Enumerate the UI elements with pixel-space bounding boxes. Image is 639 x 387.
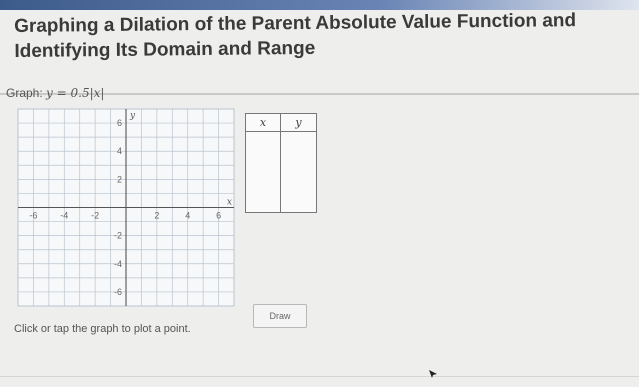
instruction-text: Click or tap the graph to plot a point. <box>14 323 191 335</box>
y-tick-label: -4 <box>114 259 122 269</box>
x-tick-label: -2 <box>91 211 99 221</box>
mouse-cursor-icon <box>429 370 437 378</box>
table-cell-x[interactable] <box>246 132 281 212</box>
y-tick-label: -2 <box>114 231 122 241</box>
prompt-label: Graph: <box>6 86 43 100</box>
draw-button[interactable]: Draw <box>253 304 307 328</box>
table-header-y: y <box>281 114 316 132</box>
footer-divider <box>0 376 639 377</box>
xy-table: x y <box>245 113 317 213</box>
y-axis-label: y <box>129 111 136 121</box>
page-title: Graphing a Dilation of the Parent Absolu… <box>14 8 634 64</box>
x-tick-label: 6 <box>216 211 221 221</box>
y-tick-label: -6 <box>114 287 122 297</box>
graph-canvas[interactable]: -6 -4 -2 2 4 6 6 4 2 -2 -4 -6 x y <box>14 105 238 310</box>
graph-prompt: Graph: y = 0.5|x| <box>6 86 104 100</box>
prompt-equation: y = 0.5|x| <box>46 86 105 100</box>
table-header-x: x <box>246 114 281 132</box>
y-tick-label: 2 <box>117 174 122 184</box>
x-tick-label: -4 <box>60 211 68 221</box>
table-cell-y[interactable] <box>281 132 316 212</box>
x-tick-label: 2 <box>154 211 159 221</box>
x-tick-label: -6 <box>29 211 37 221</box>
y-tick-label: 4 <box>117 146 122 156</box>
y-tick-label: 6 <box>117 118 122 128</box>
x-axis-label: x <box>227 198 232 208</box>
x-tick-label: 4 <box>185 211 190 221</box>
title-line-2: Identifying Its Domain and Range <box>14 37 316 62</box>
coordinate-grid[interactable]: -6 -4 -2 2 4 6 6 4 2 -2 -4 -6 x y <box>14 105 238 310</box>
